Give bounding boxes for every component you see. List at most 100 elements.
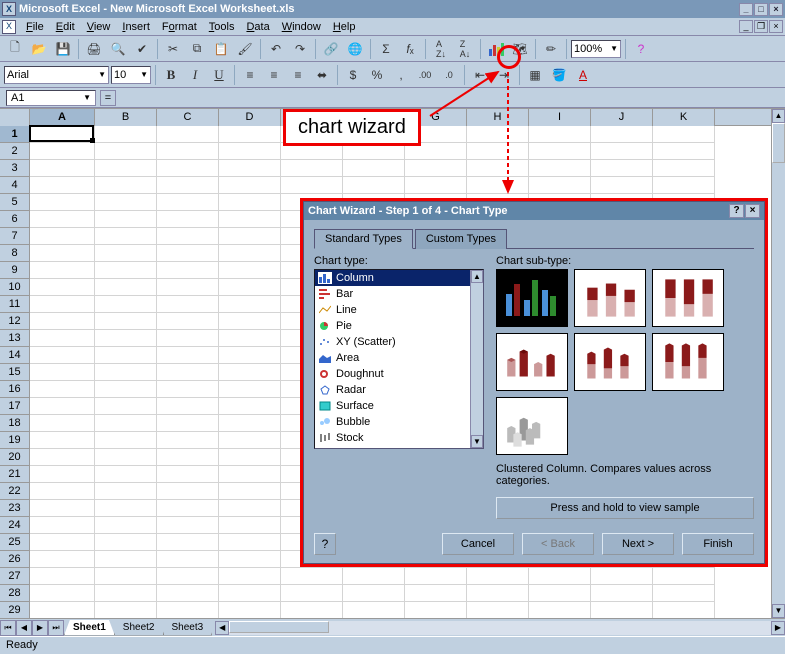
scroll-left-icon[interactable]: ◀ [215,621,229,635]
cell[interactable] [343,177,405,194]
cell[interactable] [219,194,281,211]
cell[interactable] [30,330,95,347]
cell[interactable] [95,602,157,618]
font-size-select[interactable]: 10▼ [111,66,151,84]
cell[interactable] [467,602,529,618]
underline-button[interactable]: U [208,64,230,86]
paste-icon[interactable]: 📋 [210,38,232,60]
cell[interactable] [343,602,405,618]
cell[interactable] [157,534,219,551]
cell[interactable] [405,160,467,177]
doc-restore-button[interactable]: ❐ [754,20,768,33]
chart-type-area[interactable]: Area [315,350,483,366]
cell[interactable] [30,194,95,211]
row-header-27[interactable]: 27 [0,568,30,585]
align-left-icon[interactable]: ≡ [239,64,261,86]
open-icon[interactable]: 📂 [28,38,50,60]
cell[interactable] [591,602,653,618]
cell[interactable] [281,568,343,585]
cell[interactable] [30,347,95,364]
row-header-12[interactable]: 12 [0,313,30,330]
subtype-clustered-column[interactable] [496,269,568,327]
bold-button[interactable]: B [160,64,182,86]
row-header-28[interactable]: 28 [0,585,30,602]
cell[interactable] [405,602,467,618]
row-header-3[interactable]: 3 [0,160,30,177]
cell[interactable] [591,568,653,585]
cell[interactable] [157,313,219,330]
scroll-up-icon[interactable]: ▲ [772,109,785,123]
cell[interactable] [219,500,281,517]
cell[interactable] [529,143,591,160]
cell[interactable] [591,177,653,194]
cell[interactable] [30,517,95,534]
cell[interactable] [157,177,219,194]
cell[interactable] [467,585,529,602]
cell[interactable] [467,143,529,160]
cell[interactable] [219,415,281,432]
cell[interactable] [157,296,219,313]
cell[interactable] [219,330,281,347]
font-color-icon[interactable]: A [572,64,594,86]
row-header-14[interactable]: 14 [0,347,30,364]
cell[interactable] [95,517,157,534]
cell[interactable] [30,483,95,500]
cell[interactable] [219,211,281,228]
cell[interactable] [219,296,281,313]
decrease-decimal-icon[interactable]: .0 [438,64,460,86]
cell[interactable] [157,228,219,245]
cell[interactable] [529,160,591,177]
subtype-100pct-stacked-column[interactable] [652,269,724,327]
cell[interactable] [219,568,281,585]
cell[interactable] [95,245,157,262]
cut-icon[interactable]: ✂ [162,38,184,60]
cell[interactable] [157,568,219,585]
row-header-8[interactable]: 8 [0,245,30,262]
cell[interactable] [30,466,95,483]
cell[interactable] [653,126,715,143]
sheet-tab-3[interactable]: Sheet3 [163,620,213,636]
cell[interactable] [95,296,157,313]
cell[interactable] [30,602,95,618]
cell[interactable] [30,534,95,551]
cell[interactable] [653,568,715,585]
fill-color-icon[interactable]: 🪣 [548,64,570,86]
subtype-stacked-column[interactable] [574,269,646,327]
currency-icon[interactable]: $ [342,64,364,86]
menu-help[interactable]: Help [327,20,362,34]
cell[interactable] [157,517,219,534]
cell[interactable] [95,177,157,194]
cancel-button[interactable]: Cancel [442,533,514,555]
cell[interactable] [467,177,529,194]
vertical-scrollbar[interactable]: ▲ ▼ [771,109,785,618]
cell[interactable] [157,500,219,517]
cell[interactable] [529,602,591,618]
cell[interactable] [95,347,157,364]
chart-type-column[interactable]: Column [315,270,483,286]
cell[interactable] [95,194,157,211]
cell[interactable] [30,364,95,381]
cell[interactable] [157,602,219,618]
cell[interactable] [95,279,157,296]
cell[interactable] [157,432,219,449]
cell[interactable] [157,126,219,143]
list-scrollbar[interactable]: ▲▼ [470,270,483,448]
cell[interactable] [157,347,219,364]
column-header-b[interactable]: B [95,109,157,126]
cell[interactable] [95,262,157,279]
function-icon[interactable]: fₓ [399,38,421,60]
cell[interactable] [529,568,591,585]
cell[interactable] [405,177,467,194]
copy-icon[interactable]: ⧉ [186,38,208,60]
cell[interactable] [219,381,281,398]
redo-icon[interactable]: ↷ [289,38,311,60]
sort-desc-icon[interactable]: ZA↓ [454,38,476,60]
row-header-16[interactable]: 16 [0,381,30,398]
cell[interactable] [30,449,95,466]
web-toolbar-icon[interactable]: 🌐 [344,38,366,60]
cell[interactable] [219,313,281,330]
zoom-select[interactable]: 100%▼ [571,40,621,58]
align-right-icon[interactable]: ≡ [287,64,309,86]
subtype-3d-clustered-column[interactable] [496,333,568,391]
row-header-10[interactable]: 10 [0,279,30,296]
